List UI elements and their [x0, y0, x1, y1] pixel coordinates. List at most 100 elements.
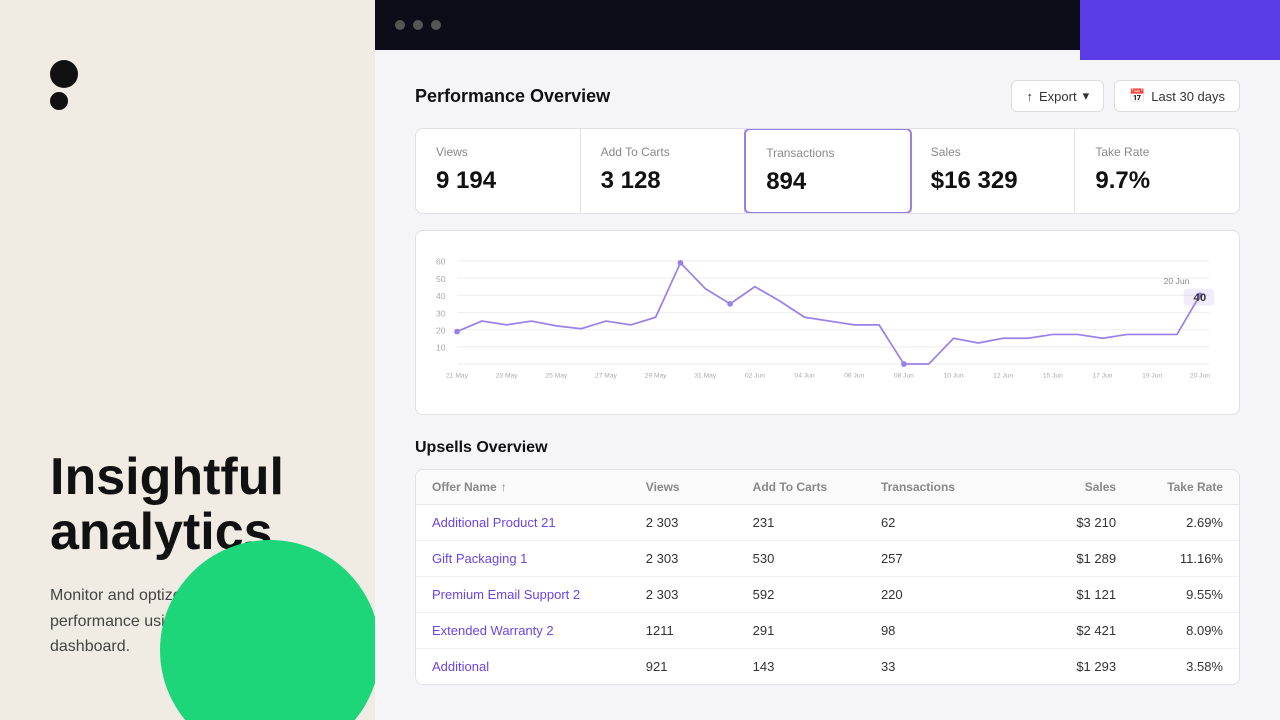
row-transactions: 257 — [881, 551, 1009, 566]
th-carts: Add To Carts — [753, 480, 881, 494]
table-header: Offer Name ↑ Views Add To Carts Transact… — [416, 470, 1239, 505]
svg-text:10: 10 — [436, 343, 446, 353]
row-sales: $1 293 — [1009, 659, 1116, 674]
stat-carts: Add To Carts 3 128 — [581, 129, 746, 213]
upsells-title: Upsells Overview — [415, 439, 1240, 457]
row-views: 1211 — [646, 623, 753, 638]
svg-text:20: 20 — [436, 325, 446, 335]
table-row: Additional 921 143 33 $1 293 3.58% — [416, 649, 1239, 684]
svg-text:08 Jun: 08 Jun — [894, 372, 914, 379]
row-offer-name[interactable]: Extended Warranty 2 — [432, 623, 646, 638]
svg-text:27 May: 27 May — [595, 372, 618, 379]
date-filter-button[interactable]: 📅 Last 30 days — [1114, 80, 1240, 112]
stat-views-value: 9 194 — [436, 167, 560, 195]
top-accent-bar — [1080, 0, 1280, 60]
svg-text:12 Jun: 12 Jun — [993, 372, 1013, 379]
stats-row: Views 9 194 Add To Carts 3 128 Transacti… — [415, 128, 1240, 214]
logo-dot-large — [50, 60, 78, 88]
table-row: Additional Product 21 2 303 231 62 $3 21… — [416, 505, 1239, 541]
row-offer-name[interactable]: Gift Packaging 1 — [432, 551, 646, 566]
table-row: Premium Email Support 2 2 303 592 220 $1… — [416, 577, 1239, 613]
row-views: 2 303 — [646, 587, 753, 602]
svg-text:60: 60 — [436, 257, 446, 267]
stat-views-label: Views — [436, 145, 560, 159]
left-panel: Insightful analytics Monitor and optize … — [0, 0, 375, 720]
svg-text:10 Jun: 10 Jun — [944, 372, 964, 379]
browser-dot-3 — [431, 20, 441, 30]
stat-carts-value: 3 128 — [601, 167, 725, 195]
row-sales: $2 421 — [1009, 623, 1116, 638]
calendar-icon: 📅 — [1129, 88, 1145, 104]
row-transactions: 62 — [881, 515, 1009, 530]
row-rate: 3.58% — [1116, 659, 1223, 674]
row-sales: $1 121 — [1009, 587, 1116, 602]
svg-text:31 May: 31 May — [694, 372, 717, 379]
row-rate: 9.55% — [1116, 587, 1223, 602]
row-transactions: 98 — [881, 623, 1009, 638]
row-offer-name[interactable]: Additional — [432, 659, 646, 674]
row-transactions: 33 — [881, 659, 1009, 674]
performance-title: Performance Overview — [415, 86, 610, 107]
stat-sales-value: $16 329 — [931, 167, 1055, 195]
svg-text:15 Jun: 15 Jun — [1043, 372, 1063, 379]
svg-text:19 Jun: 19 Jun — [1142, 372, 1162, 379]
svg-text:20 Jun: 20 Jun — [1190, 372, 1210, 379]
upsells-table: Offer Name ↑ Views Add To Carts Transact… — [415, 469, 1240, 685]
row-views: 2 303 — [646, 551, 753, 566]
table-body: Additional Product 21 2 303 231 62 $3 21… — [416, 505, 1239, 684]
th-sales: Sales — [1009, 480, 1116, 494]
header-actions: ↑ Export ▾ 📅 Last 30 days — [1011, 80, 1240, 112]
stat-takerate-value: 9.7% — [1095, 167, 1219, 195]
svg-text:02 Jun: 02 Jun — [745, 372, 765, 379]
svg-text:50: 50 — [436, 274, 446, 284]
th-views: Views — [646, 480, 753, 494]
chart-container: 60 50 40 30 20 10 — [415, 230, 1240, 415]
row-carts: 143 — [753, 659, 881, 674]
stat-takerate: Take Rate 9.7% — [1075, 129, 1239, 213]
stat-takerate-label: Take Rate — [1095, 145, 1219, 159]
svg-text:20 Jun: 20 Jun — [1164, 276, 1190, 286]
export-label: Export — [1039, 89, 1077, 104]
performance-header: Performance Overview ↑ Export ▾ 📅 Last 3… — [415, 80, 1240, 112]
export-button[interactable]: ↑ Export ▾ — [1011, 80, 1104, 112]
row-rate: 8.09% — [1116, 623, 1223, 638]
svg-text:29 May: 29 May — [645, 372, 668, 379]
row-rate: 11.16% — [1116, 551, 1223, 566]
stat-views: Views 9 194 — [416, 129, 581, 213]
row-views: 921 — [646, 659, 753, 674]
svg-text:40: 40 — [1194, 292, 1207, 304]
svg-text:23 May: 23 May — [496, 372, 519, 379]
export-icon: ↑ — [1026, 89, 1033, 104]
row-carts: 291 — [753, 623, 881, 638]
stat-sales: Sales $16 329 — [911, 129, 1076, 213]
svg-text:04 Jun: 04 Jun — [795, 372, 815, 379]
date-label: Last 30 days — [1151, 89, 1225, 104]
right-panel: Performance Overview ↑ Export ▾ 📅 Last 3… — [375, 0, 1280, 720]
svg-text:40: 40 — [436, 291, 446, 301]
table-row: Extended Warranty 2 1211 291 98 $2 421 8… — [416, 613, 1239, 649]
row-sales: $3 210 — [1009, 515, 1116, 530]
row-transactions: 220 — [881, 587, 1009, 602]
row-rate: 2.69% — [1116, 515, 1223, 530]
row-carts: 530 — [753, 551, 881, 566]
stat-transactions[interactable]: Transactions 894 — [744, 128, 912, 214]
row-offer-name[interactable]: Additional Product 21 — [432, 515, 646, 530]
export-chevron: ▾ — [1083, 88, 1090, 104]
logo-dot-small — [50, 92, 68, 110]
row-sales: $1 289 — [1009, 551, 1116, 566]
th-rate: Take Rate — [1116, 480, 1223, 494]
browser-dot-2 — [413, 20, 423, 30]
svg-text:06 Jun: 06 Jun — [844, 372, 864, 379]
svg-text:25 May: 25 May — [545, 372, 568, 379]
content-area: Performance Overview ↑ Export ▾ 📅 Last 3… — [375, 50, 1280, 720]
table-row: Gift Packaging 1 2 303 530 257 $1 289 11… — [416, 541, 1239, 577]
logo — [50, 60, 325, 110]
stat-transactions-value: 894 — [766, 168, 890, 196]
performance-chart: 60 50 40 30 20 10 — [436, 251, 1219, 394]
row-carts: 592 — [753, 587, 881, 602]
stat-transactions-label: Transactions — [766, 146, 890, 160]
row-offer-name[interactable]: Premium Email Support 2 — [432, 587, 646, 602]
row-carts: 231 — [753, 515, 881, 530]
th-offer-name[interactable]: Offer Name ↑ — [432, 480, 646, 494]
upsells-section: Upsells Overview Offer Name ↑ Views Add … — [415, 439, 1240, 685]
